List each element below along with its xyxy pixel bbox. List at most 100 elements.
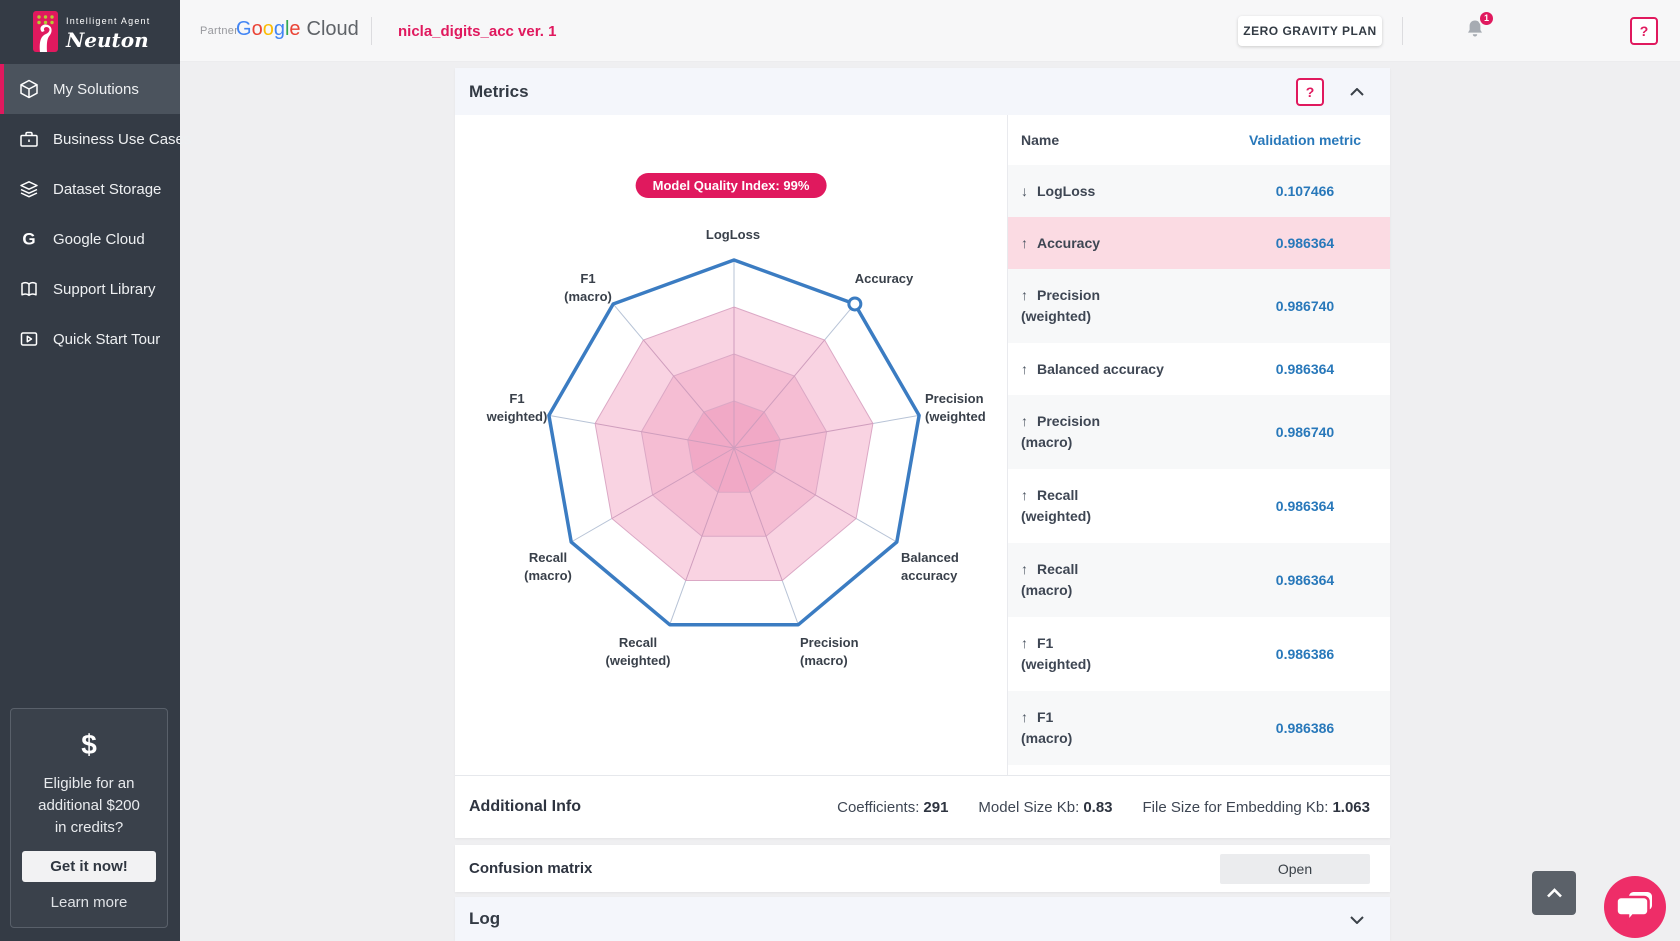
additional-info-bar: Additional Info Coefficients:291 Model S… — [455, 775, 1390, 838]
radar-axis-label: Recall(macro) — [524, 550, 572, 583]
topbar-divider — [371, 17, 372, 45]
sidebar-item-label: Google Cloud — [53, 231, 145, 248]
radar-axis-label: Balancedaccuracy — [901, 550, 959, 583]
metric-name: ↑Balanced accuracy — [1021, 359, 1164, 380]
radar-axis-label: Recall(weighted) — [606, 635, 671, 668]
metric-value: 0.986364 — [1230, 498, 1380, 514]
accuracy-marker[interactable] — [849, 298, 861, 310]
scroll-to-top-button[interactable] — [1532, 871, 1576, 915]
sidebar-item-label: Quick Start Tour — [53, 331, 160, 348]
google-g-icon: G — [18, 228, 40, 250]
cloud-word: Cloud — [307, 18, 359, 41]
open-confusion-matrix-button[interactable]: Open — [1220, 854, 1370, 884]
notification-badge: 1 — [1478, 10, 1495, 27]
neuton-logo-icon — [33, 11, 58, 52]
logo-subtitle: Intelligent Agent — [66, 16, 150, 26]
metric-value: 0.107466 — [1230, 183, 1380, 199]
table-row[interactable]: ↑Recall(weighted)0.986364 — [1008, 469, 1390, 543]
embedding-file-size-stat: File Size for Embedding Kb:1.063 — [1143, 799, 1370, 816]
zero-gravity-plan-button[interactable]: ZERO GRAVITY PLAN — [1238, 16, 1382, 46]
additional-info-title: Additional Info — [469, 798, 581, 816]
metrics-table: Name Validation metric ↓LogLoss0.107466↑… — [1007, 115, 1390, 775]
arrow-up-icon: ↑ — [1021, 707, 1028, 728]
briefcase-icon — [18, 128, 40, 150]
metrics-card: Metrics ? Model Quality Index: 99% LogLo… — [455, 68, 1390, 838]
metric-name: ↑F1(macro) — [1021, 707, 1072, 749]
metric-value: 0.986386 — [1230, 720, 1380, 736]
arrow-up-icon: ↑ — [1021, 285, 1028, 306]
log-card: Log — [455, 897, 1390, 941]
metrics-help-button[interactable]: ? — [1296, 78, 1324, 106]
metric-name: ↑Precision(macro) — [1021, 411, 1100, 453]
learn-more-link[interactable]: Learn more — [11, 894, 167, 911]
table-row[interactable]: ↑Balanced accuracy 0.986364 — [1008, 343, 1390, 395]
validation-metric-sort[interactable]: Validation metric — [1230, 132, 1380, 148]
metric-name: ↑Recall(macro) — [1021, 559, 1078, 601]
radar-axis-label: F1weighted) — [486, 391, 548, 424]
promo-text-line1: Eligible for an — [11, 773, 167, 795]
layers-icon — [18, 178, 40, 200]
metric-value: 0.986364 — [1230, 572, 1380, 588]
table-row[interactable]: ↑Precision(macro)0.986740 — [1008, 395, 1390, 469]
metric-name: ↑Accuracy — [1021, 233, 1100, 254]
metric-value: 0.986386 — [1230, 646, 1380, 662]
model-size-stat: Model Size Kb:0.83 — [978, 799, 1112, 816]
dollar-icon: $ — [11, 729, 167, 761]
google-word: Google — [236, 18, 301, 41]
topbar: Partner Google Cloud nicla_digits_acc ve… — [180, 0, 1680, 62]
app-window: Intelligent Agent Neuton My Solutions — [0, 0, 1680, 941]
radar-axis-label: Precision(macro) — [800, 635, 859, 668]
sidebar-item-my-solutions[interactable]: My Solutions — [0, 64, 180, 114]
promo-text-line2: additional $200 — [11, 795, 167, 817]
sidebar-item-label: Dataset Storage — [53, 181, 161, 198]
neuton-logo[interactable]: Intelligent Agent Neuton — [0, 0, 180, 62]
table-row[interactable]: ↑Recall(macro) 0.986364 — [1008, 543, 1390, 617]
promo-card: $ Eligible for an additional $200 in cre… — [10, 708, 168, 928]
metrics-header: Metrics ? — [455, 68, 1390, 115]
sidebar-item-quick-start-tour[interactable]: Quick Start Tour — [0, 314, 180, 364]
sidebar-item-google-cloud[interactable]: G Google Cloud — [0, 214, 180, 264]
metric-name: ↑F1(weighted) — [1021, 633, 1091, 675]
metrics-table-body: ↓LogLoss0.107466↑Accuracy0.986364↑Precis… — [1008, 165, 1390, 765]
project-name: nicla_digits_acc ver. 1 — [398, 23, 556, 40]
video-play-icon — [18, 328, 40, 350]
sidebar-nav: My Solutions Business Use Cases Dataset … — [0, 64, 180, 364]
radar-chart-panel: Model Quality Index: 99% LogLossAccuracy… — [455, 115, 1007, 775]
metric-value: 0.986364 — [1230, 361, 1380, 377]
promo-text-line3: in credits? — [11, 817, 167, 839]
radar-axis-label: Precision(weighted — [925, 391, 986, 424]
partner-label: Partner — [200, 25, 238, 37]
coefficients-stat: Coefficients:291 — [837, 799, 948, 816]
table-row[interactable]: ↑F1(macro) 0.986386 — [1008, 691, 1390, 765]
expand-log-button[interactable] — [1348, 910, 1366, 929]
chat-button[interactable] — [1604, 876, 1666, 938]
main-content: Metrics ? Model Quality Index: 99% LogLo… — [180, 62, 1680, 941]
svg-text:G: G — [22, 230, 35, 249]
get-it-now-button[interactable]: Get it now! — [22, 851, 156, 882]
chevron-up-icon — [1350, 84, 1364, 99]
arrow-up-icon: ↑ — [1021, 359, 1028, 380]
radar-axis-label: Accuracy — [855, 271, 914, 286]
model-quality-badge: Model Quality Index: 99% — [636, 173, 827, 198]
help-button[interactable]: ? — [1630, 17, 1658, 45]
arrow-up-icon: ↑ — [1021, 633, 1028, 654]
arrow-up-icon: ↑ — [1021, 485, 1028, 506]
table-row[interactable]: ↑Accuracy0.986364 — [1008, 217, 1390, 269]
book-icon — [18, 278, 40, 300]
sidebar-item-business-use-cases[interactable]: Business Use Cases — [0, 114, 180, 164]
arrow-up-icon: ↑ — [1021, 233, 1028, 254]
table-row[interactable]: ↑Precision(weighted)0.986740 — [1008, 269, 1390, 343]
metric-name: ↓LogLoss — [1021, 181, 1095, 202]
table-row[interactable]: ↑F1(weighted) 0.986386 — [1008, 617, 1390, 691]
sidebar-item-label: My Solutions — [53, 81, 139, 98]
topbar-divider — [1402, 17, 1403, 45]
arrow-down-icon: ↓ — [1021, 181, 1028, 202]
cube-icon — [18, 78, 40, 100]
table-row[interactable]: ↓LogLoss 0.107466 — [1008, 165, 1390, 217]
metrics-title: Metrics — [469, 82, 1296, 102]
confusion-matrix-card: Confusion matrix Open — [455, 845, 1390, 892]
sidebar-item-support-library[interactable]: Support Library — [0, 264, 180, 314]
arrow-up-icon: ↑ — [1021, 559, 1028, 580]
collapse-metrics-button[interactable] — [1348, 82, 1366, 101]
sidebar-item-dataset-storage[interactable]: Dataset Storage — [0, 164, 180, 214]
